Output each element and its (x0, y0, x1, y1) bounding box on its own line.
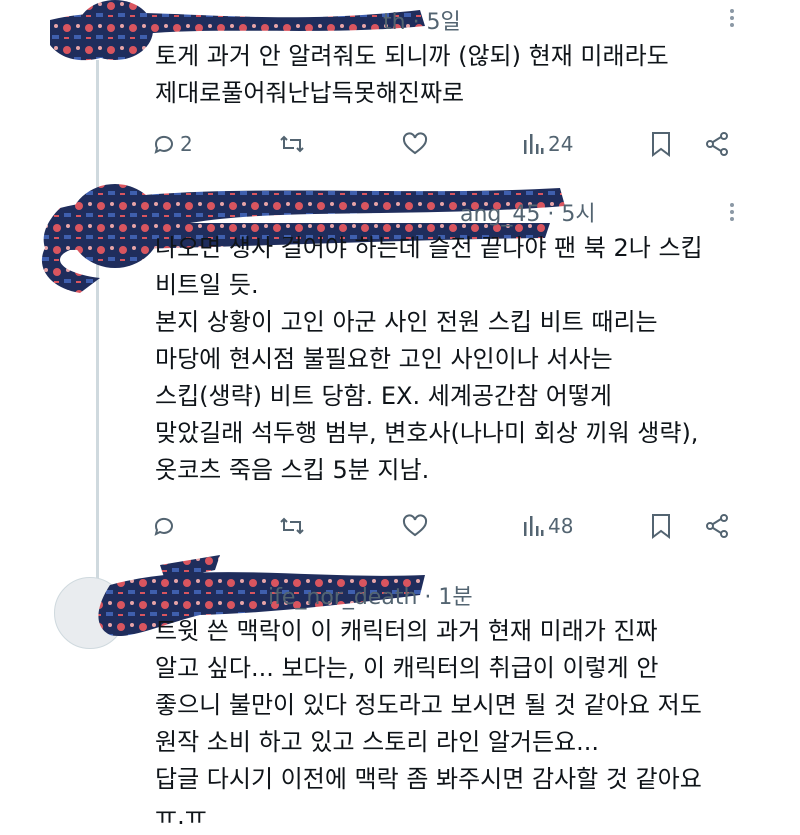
comment-icon (154, 517, 173, 536)
reply-post-1[interactable]: th · 5일 토게 과거 안 알려줘도 되니까 (않되) 현재 미래라도 제대… (0, 0, 800, 175)
post-text: 나오면 생사 걸어야 하는데 슬전 끝나야 팬 북 2나 스킵 비트일 듯. 본… (155, 234, 703, 484)
post-text: 트윗 쓴 맥락이 이 캐릭터의 과거 현재 미래가 진짜 알고 싶다... 보다… (155, 617, 702, 830)
share-button[interactable] (704, 509, 730, 543)
bookmark-icon (652, 514, 670, 539)
views-icon (524, 134, 544, 154)
like-button[interactable] (402, 509, 428, 543)
bookmark-icon (652, 132, 670, 157)
reply-post-3[interactable]: ife_nor_death · 1분 트윗 쓴 맥락이 이 캐릭터의 과거 현재… (0, 555, 800, 832)
views-button[interactable]: 24 (522, 127, 573, 161)
share-icon (706, 514, 728, 538)
like-icon (402, 514, 428, 537)
share-button[interactable] (704, 127, 730, 161)
post-handle-time: th · 5일 (383, 10, 461, 35)
reply-button[interactable]: 2 (152, 127, 193, 161)
repost-icon (280, 517, 304, 535)
view-count: 24 (548, 132, 574, 156)
reply-post-2[interactable]: ang_45 · 5시 나오면 생사 걸어야 하는데 슬전 끝나야 팬 북 2나… (0, 178, 800, 558)
repost-button[interactable] (278, 509, 306, 543)
views-icon (524, 516, 544, 536)
comment-icon (154, 135, 173, 154)
repost-button[interactable] (278, 127, 306, 161)
share-icon (706, 132, 728, 156)
like-icon (402, 132, 428, 155)
like-button[interactable] (402, 127, 428, 161)
reply-button[interactable] (152, 509, 180, 543)
reply-count: 2 (180, 132, 193, 156)
repost-icon (280, 135, 304, 153)
post-actions: 2 24 (150, 127, 740, 161)
more-options-icon[interactable] (722, 6, 742, 30)
view-count: 48 (548, 514, 574, 538)
bookmark-button[interactable] (650, 127, 672, 161)
views-button[interactable]: 48 (522, 509, 573, 543)
bookmark-button[interactable] (650, 509, 672, 543)
post-text: 토게 과거 안 알려줘도 되니까 (않되) 현재 미래라도 제대로풀어줘난납득못… (155, 42, 669, 107)
post-actions: 48 (150, 509, 740, 543)
post-handle-time: ang_45 · 5시 (460, 202, 596, 227)
post-handle-time: ife_nor_death · 1분 (268, 585, 473, 610)
more-options-icon[interactable] (722, 200, 742, 224)
